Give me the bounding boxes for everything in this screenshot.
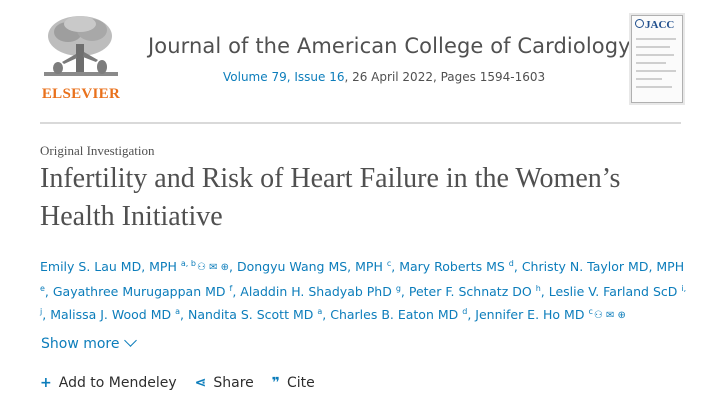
elsevier-logo[interactable]: ELSEVIER <box>40 10 122 104</box>
author-link[interactable]: Malissa J. Wood MD a <box>50 307 180 322</box>
action-label: Add to Mendeley <box>58 375 177 391</box>
author-affiliation: e <box>40 283 45 293</box>
header-divider <box>40 122 681 124</box>
author-link[interactable]: Dongyu Wang MS, MPH c <box>237 259 391 274</box>
author-link[interactable]: Charles B. Eaton MD d <box>330 307 467 322</box>
share-button[interactable]: ⋖ Share <box>195 375 254 391</box>
share-icon: ⋖ <box>194 375 207 391</box>
author-name: Peter F. Schnatz DO <box>408 283 532 299</box>
author-contact-icons[interactable]: ⚇ ✉ ⊕ <box>197 258 229 279</box>
action-label: Share <box>213 375 254 391</box>
author-link[interactable]: Gayathree Murugappan MD f <box>53 284 232 299</box>
author-link[interactable]: Jennifer E. Ho MD c ⚇ ✉ ⊕ <box>475 307 626 322</box>
author-name: Gayathree Murugappan MD <box>52 283 226 299</box>
journal-cover-thumbnail[interactable]: JACC <box>631 15 683 103</box>
author-name: Leslie V. Farland ScD <box>548 283 678 299</box>
article-title: Infertility and Risk of Heart Failure in… <box>40 163 621 232</box>
author-name: Jennifer E. Ho MD <box>475 307 585 322</box>
author-affiliation: d <box>508 259 514 268</box>
author-list: Emily S. Lau MD, MPH a, b ⚇ ✉ ⊕, Dongyu … <box>40 254 690 327</box>
issue-date-pages: , 26 April 2022, Pages 1594-1603 <box>344 70 546 84</box>
article-actions: + Add to Mendeley ⋖ Share ❞ Cite <box>40 375 333 391</box>
article-type: Original Investigation <box>40 143 155 158</box>
volume-issue-link[interactable]: Volume 79, Issue 16 <box>223 70 344 84</box>
author-name: Christy N. Taylor MD, MPH <box>521 259 685 274</box>
show-more-label: Show more <box>41 336 120 352</box>
author-affiliation: g <box>395 283 401 293</box>
author-affiliation: c <box>588 307 593 316</box>
publisher-name: ELSEVIER <box>41 86 121 102</box>
author-name: Malissa J. Wood MD <box>50 307 172 322</box>
elsevier-tree-icon <box>40 10 122 86</box>
issue-info: Volume 79, Issue 16, 26 April 2022, Page… <box>223 70 545 84</box>
author-affiliation: d <box>462 307 468 316</box>
author-affiliation: h <box>535 283 541 293</box>
add-to-mendeley-button[interactable]: + Add to Mendeley <box>40 375 177 391</box>
author-name: Nandita S. Scott MD <box>187 307 314 322</box>
author-affiliation: a <box>317 307 323 316</box>
author-name: Dongyu Wang MS, MPH <box>236 259 383 274</box>
journal-title[interactable]: Journal of the American College of Cardi… <box>148 34 631 58</box>
author-affiliation: a, b <box>180 259 196 268</box>
author-affiliation: c <box>386 259 392 268</box>
show-more-button[interactable]: Show more <box>41 334 137 352</box>
author-contact-icons[interactable]: ⚇ ✉ ⊕ <box>594 306 626 327</box>
author-link[interactable]: Peter F. Schnatz DO h <box>409 284 541 299</box>
author-link[interactable]: Emily S. Lau MD, MPH a, b ⚇ ✉ ⊕ <box>40 259 229 274</box>
action-label: Cite <box>287 375 315 391</box>
author-link[interactable]: Aladdin H. Shadyab PhD g <box>240 284 401 299</box>
author-affiliation: a <box>175 307 181 316</box>
author-name: Mary Roberts MS <box>399 259 505 274</box>
author-affiliation: f <box>229 283 233 293</box>
author-name: Emily S. Lau MD, MPH <box>40 259 177 274</box>
cover-emblem-icon <box>635 19 644 28</box>
author-link[interactable]: Nandita S. Scott MD a <box>188 307 322 322</box>
plus-icon: + <box>40 375 52 391</box>
chevron-down-icon <box>123 334 137 347</box>
author-link[interactable]: Mary Roberts MS d <box>399 259 514 274</box>
cover-title: JACC <box>645 19 675 31</box>
quote-icon: ❞ <box>271 375 281 391</box>
cite-button[interactable]: ❞ Cite <box>272 375 315 391</box>
author-name: Charles B. Eaton MD <box>330 307 459 322</box>
author-name: Aladdin H. Shadyab PhD <box>240 283 392 299</box>
